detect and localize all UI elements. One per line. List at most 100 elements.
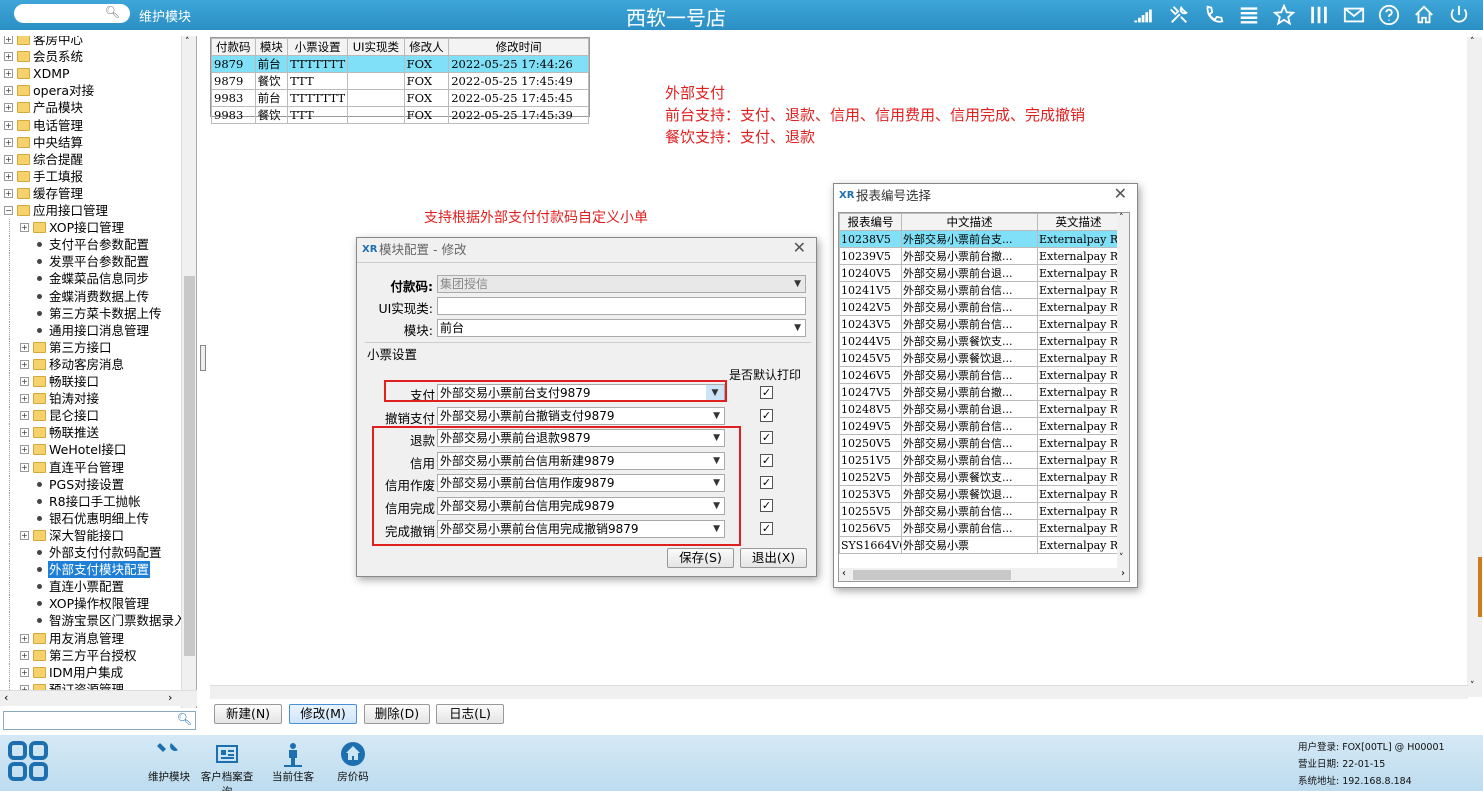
tree-horizontal-scrollbar[interactable]: ‹ ›	[0, 690, 197, 706]
collapse-icon[interactable]: −	[4, 206, 13, 215]
pay-code-select[interactable]: 集团授信 ▼	[437, 275, 806, 293]
signal-icon[interactable]	[1130, 2, 1158, 28]
table-row[interactable]: 10238V5 外部交易小票前台支... Externalpay R	[839, 230, 1120, 248]
scroll-right-icon[interactable]: ›	[1121, 568, 1125, 579]
help-icon[interactable]	[1375, 2, 1403, 28]
tree-node[interactable]: XOP操作权限管理	[0, 595, 181, 613]
tree-node[interactable]: + 深大智能接口	[0, 526, 181, 544]
search-icon[interactable]: 🔍︎	[177, 712, 192, 726]
tree-node[interactable]: + 畅联推送	[0, 424, 181, 442]
table-row[interactable]: 10239V5 外部交易小票前台撤... Externalpay R	[839, 247, 1120, 265]
ticket-report-select[interactable]: 外部交易小票前台撤销支付9879 ▼	[437, 406, 725, 425]
tree-node[interactable]: + 中央结算	[0, 134, 181, 151]
tree-node[interactable]: 金蝶菜品信息同步	[0, 270, 181, 288]
report-horizontal-scrollbar[interactable]: ‹ ›	[839, 568, 1129, 581]
expand-icon[interactable]: +	[20, 342, 29, 352]
table-row[interactable]: 10253V5 外部交易小票餐饮退... Externalpay R	[839, 485, 1120, 503]
expand-icon[interactable]: +	[4, 86, 13, 96]
table-row[interactable]: 10252V5 外部交易小票餐饮支... Externalpay R	[839, 468, 1120, 486]
table-row[interactable]: 10240V5 外部交易小票前台退... Externalpay R	[839, 264, 1120, 282]
expand-icon[interactable]: +	[20, 650, 29, 660]
expand-icon[interactable]: +	[20, 462, 29, 472]
ui-class-input[interactable]	[437, 297, 806, 315]
table-row[interactable]: 9983 前台 TTTTTTT FOX 2022-05-25 17:45:45	[211, 89, 589, 107]
expand-icon[interactable]: +	[20, 411, 29, 421]
expand-icon[interactable]: +	[20, 394, 29, 404]
default-print-checkbox[interactable]: ✓	[760, 476, 773, 490]
expand-icon[interactable]: +	[20, 530, 29, 540]
scroll-thumb[interactable]	[853, 570, 1011, 580]
tree-node[interactable]: + 直连平台管理	[0, 458, 181, 476]
tree-node[interactable]: + XDMP	[0, 65, 181, 82]
table-row[interactable]: 10248V5 外部交易小票前台退... Externalpay R	[839, 400, 1120, 418]
table-row[interactable]: 10250V5 外部交易小票前台信... Externalpay R	[839, 434, 1120, 452]
table-row[interactable]: 10255V5 外部交易小票前台信... Externalpay R	[839, 502, 1120, 520]
menu-icon[interactable]	[1235, 2, 1263, 28]
scroll-up-icon[interactable]: ˄	[1119, 213, 1124, 223]
default-print-checkbox[interactable]: ✓	[760, 453, 773, 467]
tree-node[interactable]: + 产品模块	[0, 99, 181, 116]
default-print-checkbox[interactable]: ✓	[760, 386, 773, 399]
tree-node[interactable]: 外部支付模块配置	[0, 561, 181, 579]
mail-icon[interactable]	[1340, 2, 1368, 28]
table-row[interactable]: 10242V5 外部交易小票前台信... Externalpay R	[839, 298, 1120, 316]
phone-icon[interactable]	[1200, 2, 1228, 28]
column-header[interactable]: 付款码	[211, 38, 256, 56]
expand-icon[interactable]: +	[4, 120, 13, 130]
table-row[interactable]: 10243V5 外部交易小票前台信... Externalpay R	[839, 315, 1120, 333]
tree-scrollbar[interactable]: ˄	[181, 36, 196, 708]
tree-scroll-thumb[interactable]	[184, 276, 195, 656]
scroll-left-icon[interactable]: ‹	[4, 691, 8, 704]
table-row[interactable]: 10249V5 外部交易小票前台信... Externalpay R	[839, 417, 1120, 435]
expand-icon[interactable]: +	[4, 137, 13, 147]
expand-icon[interactable]: +	[20, 223, 29, 233]
table-row[interactable]: 9879 餐饮 TTT FOX 2022-05-25 17:45:49	[211, 72, 589, 90]
tree-node[interactable]: + IDM用户集成	[0, 663, 181, 681]
expand-icon[interactable]: +	[4, 69, 13, 79]
expand-icon[interactable]: +	[20, 359, 29, 369]
tree-node[interactable]: + XOP接口管理	[0, 219, 181, 237]
column-header[interactable]: 模块	[254, 38, 289, 56]
column-header[interactable]: UI实现类	[347, 38, 405, 56]
tree-node[interactable]: + WeHotel接口	[0, 441, 181, 459]
new-button[interactable]: 新建(N)	[214, 704, 282, 724]
scroll-right-icon[interactable]: ›	[168, 691, 172, 704]
tree-node[interactable]: 第三方菜卡数据上传	[0, 304, 181, 322]
column-header[interactable]: 英文描述	[1037, 213, 1120, 231]
table-row[interactable]: SYS1664V6 外部交易小票 Externalpay R	[839, 536, 1120, 554]
tree-node[interactable]: R8接口手工抛帐	[0, 492, 181, 510]
footer-button[interactable]: 客户档案查询	[196, 741, 258, 791]
edit-button[interactable]: 修改(M)	[289, 704, 357, 724]
column-header[interactable]: 修改时间	[448, 38, 589, 56]
home-icon[interactable]	[1410, 2, 1438, 28]
exit-button[interactable]: 退出(X)	[740, 548, 807, 568]
close-icon[interactable]: ✕	[1114, 184, 1127, 203]
expand-icon[interactable]: +	[4, 103, 13, 113]
table-row[interactable]: 9983 餐饮 TTT FOX 2022-05-25 17:45:39	[211, 106, 589, 124]
table-row[interactable]: 9879 前台 TTTTTTT FOX 2022-05-25 17:44:26	[211, 55, 589, 73]
default-print-checkbox[interactable]: ✓	[760, 431, 773, 445]
column-header[interactable]: 修改人	[403, 38, 450, 56]
tree-node[interactable]: 智游宝景区门票数据录入	[0, 612, 187, 630]
expand-icon[interactable]: +	[4, 36, 13, 44]
tree-node[interactable]: − 应用接口管理	[0, 202, 181, 219]
table-row[interactable]: 10244V5 外部交易小票餐饮支... Externalpay R	[839, 332, 1120, 350]
table-row[interactable]: 10246V5 外部交易小票前台信... Externalpay R	[839, 366, 1120, 384]
expand-icon[interactable]: +	[4, 154, 13, 164]
chevron-down-icon[interactable]: ▼	[713, 408, 720, 424]
column-header[interactable]: 报表编号	[839, 213, 902, 231]
footer-button[interactable]: 当前住客	[262, 741, 324, 784]
column-header[interactable]: 小票设置	[287, 38, 349, 56]
table-row[interactable]: 10251V5 外部交易小票前台信... Externalpay R	[839, 451, 1120, 469]
expand-icon[interactable]: +	[20, 428, 29, 438]
report-vertical-scrollbar[interactable]: ˄ ˅	[1117, 213, 1129, 568]
column-header[interactable]: 中文描述	[901, 213, 1038, 231]
table-row[interactable]: 10245V5 外部交易小票餐饮退... Externalpay R	[839, 349, 1120, 367]
tree-node[interactable]: + 移动客房消息	[0, 355, 181, 373]
scroll-down-icon[interactable]: ˅	[1119, 553, 1124, 563]
tree-node[interactable]: 支付平台参数配置	[0, 236, 181, 254]
splitter-handle[interactable]	[200, 345, 206, 371]
default-print-checkbox[interactable]: ✓	[760, 499, 773, 512]
expand-icon[interactable]: +	[20, 377, 29, 386]
table-row[interactable]: 10256V5 外部交易小票前台信... Externalpay R	[839, 519, 1120, 537]
